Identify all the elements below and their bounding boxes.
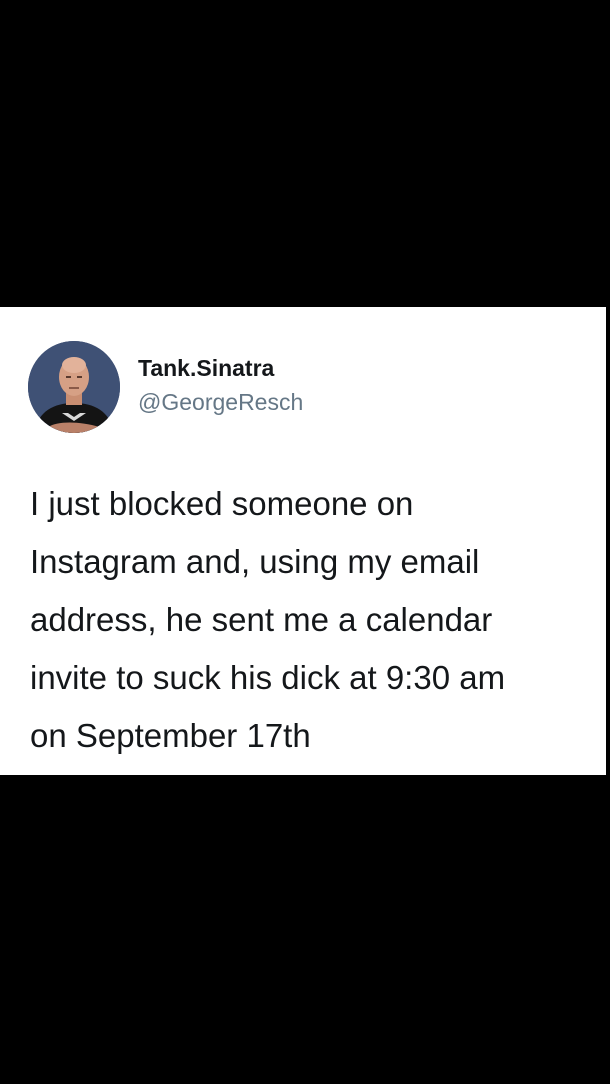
tweet-text: I just blocked someone on Instagram and,… xyxy=(30,485,506,754)
profile-photo-icon xyxy=(28,341,120,433)
user-handle[interactable]: @GeorgeResch xyxy=(138,389,303,416)
display-name[interactable]: Tank.Sinatra xyxy=(138,355,274,382)
avatar[interactable] xyxy=(28,341,120,433)
tweet-card: Tank.Sinatra @GeorgeResch I just blocked… xyxy=(0,307,606,775)
